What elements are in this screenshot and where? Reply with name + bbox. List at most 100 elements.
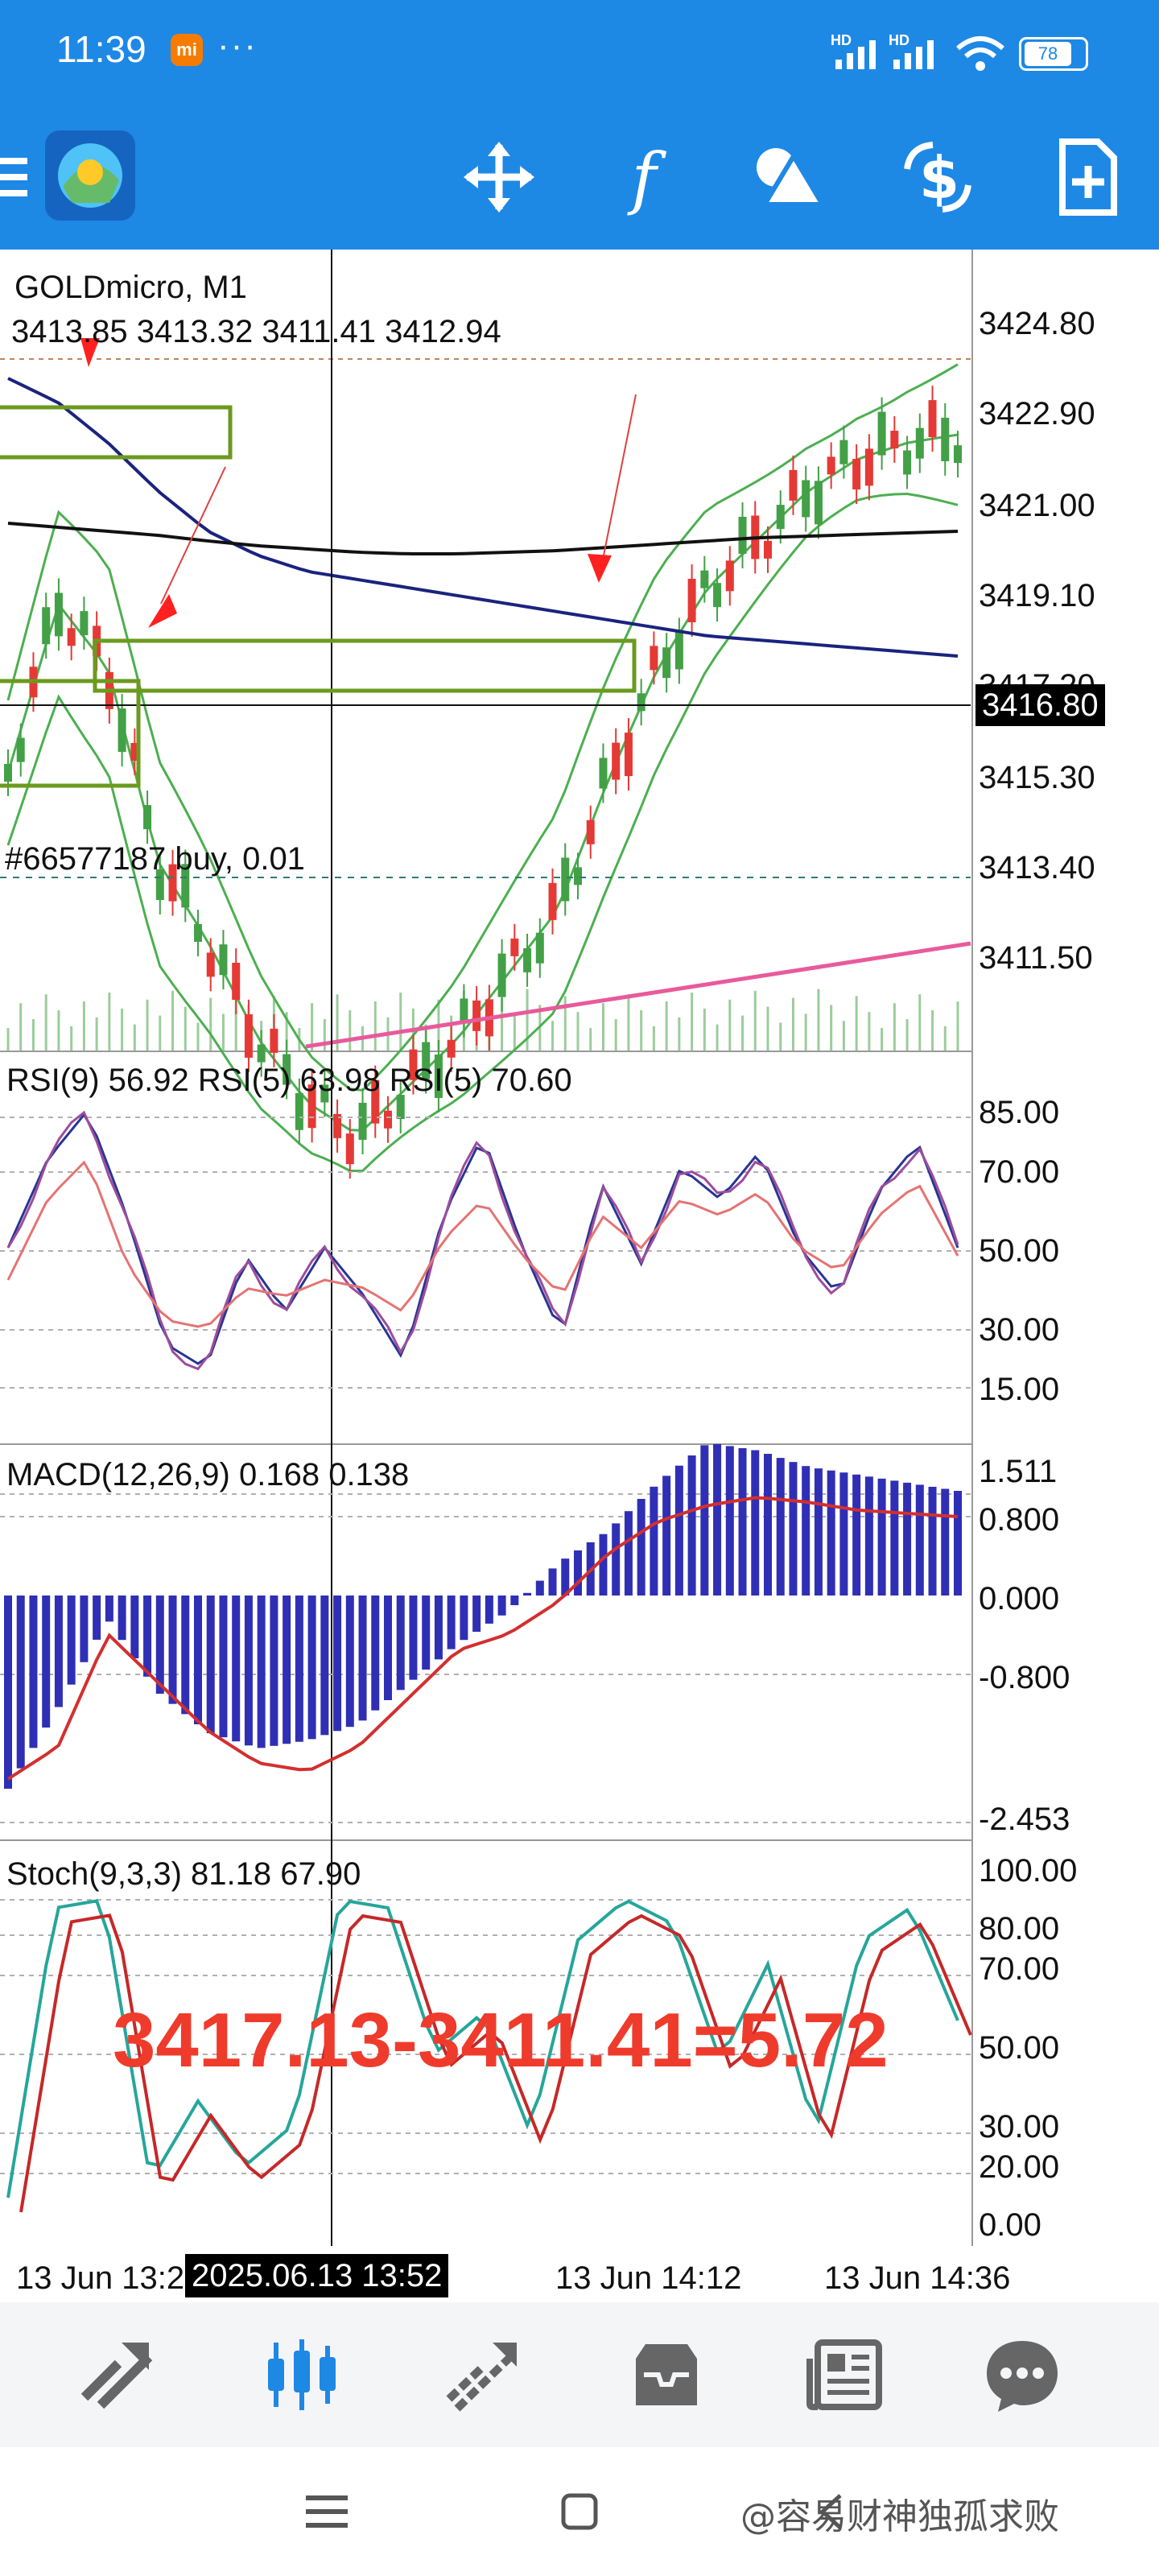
candle-body (118, 708, 126, 753)
candle-body (384, 1110, 392, 1129)
macd-histogram-bar (409, 1596, 418, 1680)
candle-body (941, 417, 950, 461)
macd-histogram-bar (523, 1592, 532, 1596)
app-logo-icon[interactable] (45, 130, 135, 221)
macd-histogram-bar (852, 1474, 861, 1596)
macd-histogram-bar (738, 1447, 747, 1596)
candle-body (574, 867, 582, 886)
macd-tick: -2.453 (979, 1802, 1070, 1837)
candle-body (612, 742, 621, 780)
macd-histogram-bar (662, 1476, 671, 1596)
price-tick: 3419.10 (979, 578, 1095, 613)
macd-histogram-bar (877, 1478, 886, 1596)
candle-body (257, 1044, 266, 1063)
candle-body (206, 952, 215, 977)
macd-histogram-bar (890, 1480, 899, 1596)
macd-histogram-bar (764, 1454, 772, 1596)
macd-histogram-bar (789, 1462, 798, 1596)
candle-body (460, 998, 468, 1023)
price-difference-annotation: 3417.13-3411.41=5.72 (113, 1997, 889, 2083)
macd-histogram-bar (472, 1596, 481, 1633)
candle-body (687, 579, 696, 623)
macd-histogram-bar (827, 1470, 835, 1596)
macd-histogram-bar (751, 1450, 760, 1596)
macd-histogram-bar (548, 1568, 557, 1596)
chart-area[interactable]: GOLDmicro, M1 3413.85 3413.32 3411.41 34… (0, 250, 1159, 2297)
macd-histogram-bar (497, 1596, 506, 1616)
macd-histogram-bar (839, 1472, 848, 1596)
price-tick: 3415.30 (979, 760, 1095, 795)
macd-histogram-bar (650, 1486, 658, 1596)
rsi-tick: 85.00 (979, 1095, 1060, 1130)
home-icon[interactable] (560, 2492, 599, 2531)
svg-text:f: f (626, 138, 666, 217)
macd-histogram-bar (460, 1596, 468, 1641)
macd-histogram-bar (345, 1596, 354, 1728)
stoch-tick: 20.00 (979, 2149, 1060, 2185)
chat-icon[interactable] (982, 2334, 1062, 2415)
macd-histogram-bar (776, 1458, 785, 1596)
macd-histogram-bar (219, 1596, 228, 1738)
macd-histogram-bar (270, 1596, 278, 1746)
signal-icon-2 (893, 40, 934, 69)
stoch-tick: 50.00 (979, 2030, 1060, 2066)
news-icon[interactable] (805, 2334, 885, 2415)
candle-body (523, 947, 532, 972)
candle-body (890, 431, 899, 449)
new-order-icon[interactable] (1046, 137, 1127, 217)
macd-tick: 1.511 (979, 1454, 1058, 1489)
macd-histogram-bar (674, 1465, 683, 1596)
svg-text:$: $ (919, 144, 959, 212)
macd-histogram-bar (194, 1596, 202, 1724)
chart-icon[interactable] (262, 2334, 342, 2415)
macd-histogram-bar (16, 1596, 25, 1769)
time-tick: 13 Jun 14:12 (555, 2260, 742, 2296)
chart-toolbar: f $ (0, 105, 1159, 250)
trade-nav-icon[interactable] (443, 2334, 523, 2415)
candle-body (662, 647, 671, 679)
candle-body (650, 646, 658, 671)
macd-histogram-bar (307, 1596, 316, 1740)
candle-body (864, 448, 873, 486)
candle-body (54, 592, 63, 637)
macd-histogram-bar (725, 1446, 734, 1596)
macd-histogram-bar (333, 1596, 342, 1732)
candle-body (776, 505, 785, 530)
quotes-icon[interactable] (76, 2334, 157, 2415)
macd-histogram-bar (168, 1596, 177, 1704)
macd-histogram-bar (903, 1482, 912, 1596)
candle-body (903, 450, 912, 475)
history-icon[interactable] (626, 2334, 707, 2415)
candle-body (713, 583, 722, 608)
crosshair-move-icon[interactable] (459, 137, 539, 217)
price-tick: 3424.80 (979, 306, 1095, 341)
candle-body (789, 469, 798, 501)
macd-tick: 0.800 (979, 1502, 1060, 1538)
macd-histogram-bar (574, 1550, 582, 1596)
candle-body (928, 400, 937, 438)
macd-histogram-bar (257, 1596, 266, 1748)
menu-icon[interactable] (0, 156, 32, 200)
macd-histogram-bar (713, 1443, 722, 1596)
macd-histogram-bar (118, 1596, 126, 1641)
position-label: #66577187 buy, 0.01 (5, 841, 305, 877)
macd-histogram-bar (54, 1596, 63, 1707)
rsi-label: RSI(9) 56.92 RSI(5) 63.98 RSI(5) 70.60 (6, 1063, 572, 1098)
stoch-tick: 100.00 (979, 1853, 1078, 1889)
recent-apps-icon[interactable] (306, 2494, 348, 2529)
rsi-tick: 70.00 (979, 1154, 1060, 1190)
macd-histogram-bar (105, 1596, 113, 1622)
indicators-icon[interactable]: f (604, 137, 684, 217)
objects-icon[interactable] (749, 137, 829, 217)
candle-body (561, 857, 570, 902)
candle-body (535, 932, 544, 964)
trade-icon[interactable]: $ (897, 137, 978, 217)
candle-body (827, 456, 835, 475)
macd-histogram-bar (232, 1596, 241, 1742)
candle-body (358, 1102, 367, 1140)
candle-body (624, 733, 633, 777)
macd-histogram-bar (244, 1596, 253, 1746)
macd-histogram-bar (206, 1596, 215, 1734)
macd-histogram-bar (4, 1596, 12, 1789)
macd-histogram-bar (371, 1596, 380, 1711)
